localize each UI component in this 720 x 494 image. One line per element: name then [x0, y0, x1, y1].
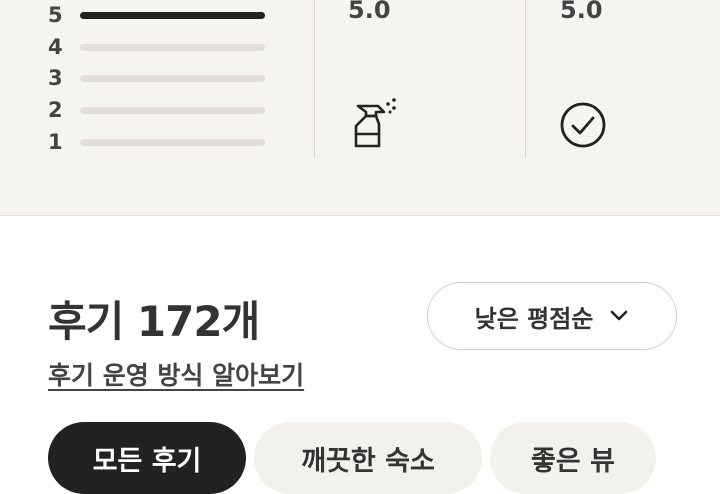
rating-label: 2 — [48, 98, 63, 122]
rating-bar — [80, 74, 265, 82]
chevron-down-icon — [611, 310, 628, 321]
rating-row-1: 1 — [48, 130, 278, 154]
column-divider — [525, 0, 526, 158]
cleanliness-score: 5.0 — [348, 0, 391, 24]
reviews-count-heading: 후기 172개 — [48, 297, 260, 346]
rating-label: 3 — [48, 66, 63, 90]
rating-row-2: 2 — [48, 98, 278, 122]
rating-bar — [80, 106, 265, 114]
rating-row-4: 4 — [48, 35, 278, 59]
filter-chip-clean[interactable]: 깨끗한 숙소 — [254, 422, 482, 494]
sort-dropdown-button[interactable]: 낮은 평점순 — [427, 282, 677, 350]
accuracy-score: 5.0 — [560, 0, 603, 24]
sort-label: 낮은 평점순 — [474, 304, 594, 333]
rating-label: 1 — [48, 130, 63, 154]
filter-chip-label: 좋은 뷰 — [531, 445, 615, 477]
rating-summary-panel: 5 4 3 2 1 5.0 5.0 — [0, 0, 720, 216]
rating-row-5: 5 — [48, 3, 278, 27]
checkmark-circle-icon — [560, 102, 606, 148]
filter-chip-view[interactable]: 좋은 뷰 — [490, 422, 656, 494]
filter-chip-label: 깨끗한 숙소 — [301, 445, 435, 477]
column-divider — [314, 0, 315, 158]
filter-chip-label: 모든 후기 — [92, 445, 202, 477]
rating-label: 5 — [48, 3, 63, 27]
rating-bar — [80, 138, 265, 146]
rating-row-3: 3 — [48, 66, 278, 90]
rating-label: 4 — [48, 35, 63, 59]
filter-chip-all-reviews[interactable]: 모든 후기 — [48, 422, 246, 494]
spray-bottle-icon — [354, 98, 396, 148]
rating-bar — [80, 43, 265, 51]
review-policy-link[interactable]: 후기 운영 방식 알아보기 — [48, 356, 304, 392]
rating-bar — [80, 11, 265, 19]
